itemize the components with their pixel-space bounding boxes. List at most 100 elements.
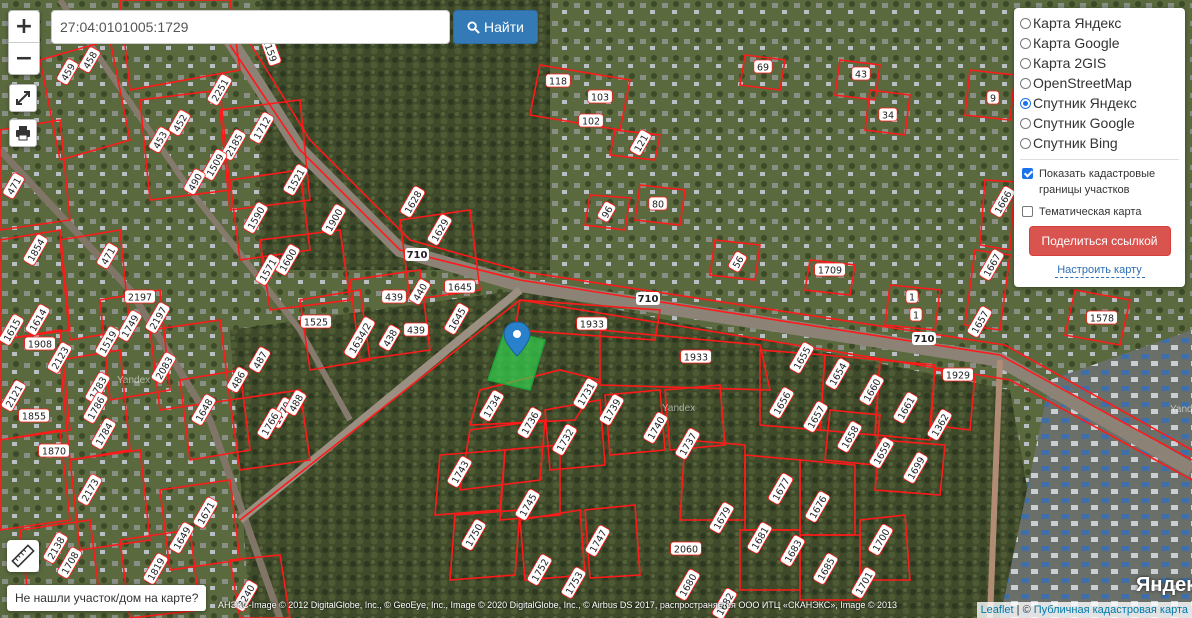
parcel-label: 1709 [814, 262, 846, 277]
layer-label: Спутник Google [1033, 115, 1135, 131]
layer-option-bing-satellite[interactable]: Спутник Bing [1020, 133, 1179, 153]
search-button-label: Найти [484, 19, 524, 35]
road-label-text: 710 [638, 294, 659, 305]
parcel-label: 118 [545, 73, 571, 88]
cadastral-search-input[interactable] [51, 10, 450, 44]
layer-label: Спутник Яндекс [1033, 95, 1137, 111]
layer-option-yandex-map[interactable]: Карта Яндекс [1020, 13, 1179, 33]
layer-option-google-map[interactable]: Карта Google [1020, 33, 1179, 53]
parcel-label: 102 [578, 113, 604, 128]
share-link-button[interactable]: Поделиться ссылкой [1028, 226, 1171, 256]
parcel-number: 69 [757, 63, 769, 74]
parcel-number: 2060 [674, 545, 698, 556]
parcel-label: 2197 [124, 289, 156, 304]
parcel-number: 1525 [304, 318, 328, 329]
not-found-button[interactable]: Не нашли участок/дом на карте? [7, 585, 207, 611]
parcel-number: 1709 [818, 266, 842, 277]
show-borders-label: Показать кадастровые границы участков [1039, 168, 1156, 196]
search-icon [467, 20, 480, 34]
radio-button-selected[interactable] [1020, 97, 1031, 109]
parcel-number: 2197 [128, 293, 152, 304]
parcel-number: 80 [652, 200, 664, 211]
parcel-label: 43 [851, 66, 871, 81]
parcel-number: 1933 [684, 353, 708, 364]
ruler-icon [11, 544, 35, 568]
watermark: Yandex [1170, 404, 1192, 415]
thematic-map-option[interactable]: Тематическая карта [1022, 204, 1179, 220]
thematic-map-checkbox[interactable] [1022, 206, 1033, 217]
configure-map-link[interactable]: Настроить карту [1054, 264, 1145, 278]
parcel-label: 1908 [24, 336, 56, 351]
parcel-number: 1929 [946, 371, 970, 382]
layer-option-openstreetmap[interactable]: OpenStreetMap [1020, 73, 1179, 93]
parcel-label: 1525 [300, 314, 332, 329]
parcel-label: 1933 [576, 316, 608, 331]
radio-button[interactable] [1020, 17, 1031, 29]
expand-icon [16, 91, 30, 105]
layer-label: OpenStreetMap [1033, 75, 1132, 91]
zoom-out-button[interactable]: − [9, 43, 39, 74]
zoom-control: + − [8, 10, 40, 75]
parcel-label: 1855 [18, 408, 50, 423]
parcel-label: 34 [878, 107, 898, 122]
show-borders-option[interactable]: Показать кадастровые границы участков [1022, 166, 1179, 198]
divider [1020, 159, 1179, 160]
parcel-label: 9 [986, 90, 1000, 105]
road-label-text: 710 [407, 250, 428, 261]
measure-button[interactable] [7, 540, 39, 572]
parcel-number: 439 [385, 293, 403, 304]
fullscreen-button[interactable] [9, 84, 37, 112]
layer-label: Спутник Bing [1033, 135, 1118, 151]
parcel-label: 1 [909, 307, 923, 322]
parcel-number: 34 [882, 111, 894, 122]
print-button[interactable] [9, 119, 37, 147]
zoom-in-button[interactable]: + [9, 11, 39, 43]
leaflet-link[interactable]: Leaflet [981, 604, 1014, 616]
parcel-label: 1 [905, 289, 919, 304]
parcel-number: 1578 [1090, 314, 1114, 325]
parcel-number: 118 [549, 77, 567, 88]
layer-label: Карта 2GIS [1033, 55, 1107, 71]
parcel-number: 43 [855, 70, 867, 81]
parcel-number: 102 [582, 117, 600, 128]
parcel-label: 1929 [942, 367, 974, 382]
radio-button[interactable] [1020, 57, 1031, 69]
layer-label: Карта Яндекс [1033, 15, 1122, 31]
parcel-number: 439 [407, 326, 425, 337]
cadastre-link[interactable]: Публичная кадастровая карта [1034, 604, 1188, 616]
radio-button[interactable] [1020, 37, 1031, 49]
parcel-label: 80 [648, 196, 668, 211]
layer-option-yandex-satellite[interactable]: Спутник Яндекс [1020, 93, 1179, 113]
thematic-map-label: Тематическая карта [1039, 206, 1142, 218]
parcel-label: 1870 [38, 443, 70, 458]
parcel-number: 1855 [22, 412, 46, 423]
radio-button[interactable] [1020, 137, 1031, 149]
layer-option-google-satellite[interactable]: Спутник Google [1020, 113, 1179, 133]
radio-button[interactable] [1020, 77, 1031, 89]
parcel-label: 1645 [444, 279, 476, 294]
parcel-number: 103 [591, 93, 609, 104]
parcel-number: 1 [913, 311, 919, 322]
parcel-label: 103 [587, 89, 613, 104]
road-label: 710 [636, 292, 660, 305]
search-button[interactable]: Найти [453, 10, 538, 44]
radio-button[interactable] [1020, 117, 1031, 129]
parcel-label: 2060 [670, 541, 702, 556]
road-label-text: 710 [914, 334, 935, 345]
parcel-number: 1933 [580, 320, 604, 331]
watermark: Yandex [117, 375, 151, 386]
parcel-number: 9 [990, 94, 996, 105]
parcel-number: 1908 [28, 340, 52, 351]
layer-label: Карта Google [1033, 35, 1120, 51]
parcel-label: 1578 [1086, 310, 1118, 325]
parcel-number: 1870 [42, 447, 66, 458]
show-borders-checkbox[interactable] [1022, 168, 1033, 179]
yandex-logo: Яндекс [1136, 574, 1192, 596]
parcel-label: 69 [753, 59, 773, 74]
layer-panel: Карта Яндекс Карта Google Карта 2GIS Ope… [1014, 8, 1185, 287]
parcel-label: 439 [381, 289, 407, 304]
layer-option-2gis-map[interactable]: Карта 2GIS [1020, 53, 1179, 73]
parcel-label: 439 [403, 322, 429, 337]
watermark: Yandex [662, 403, 696, 414]
parcel-label: 1933 [680, 349, 712, 364]
